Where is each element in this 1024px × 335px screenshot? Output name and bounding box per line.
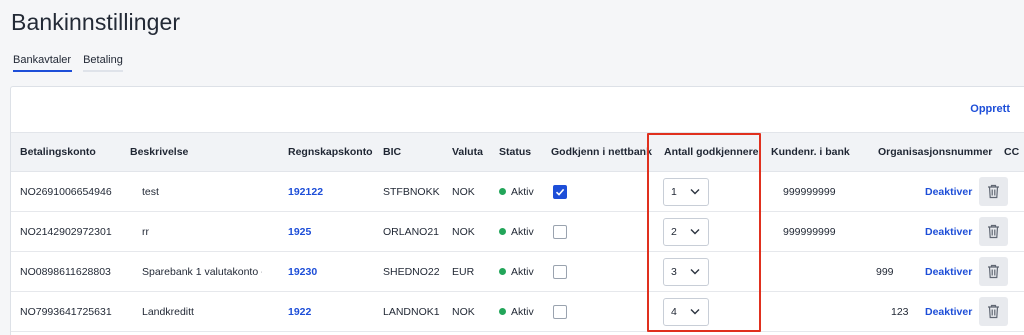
status-cell: Aktiv <box>499 292 534 332</box>
description-cell: Sparebank 1 valutakonto - <box>142 266 262 278</box>
description-cell: rr <box>142 226 149 238</box>
column-header-currency: Valuta <box>452 146 483 158</box>
checkmark-icon <box>555 188 565 196</box>
column-header-approve-online: Godkjenn i nettbank <box>551 146 652 158</box>
description-cell: Landkreditt <box>142 306 194 318</box>
account-cell: NO2142902972301 <box>20 226 112 238</box>
status-dot-icon <box>499 308 506 315</box>
customer-no-cell: 999999999 <box>783 226 836 238</box>
column-header-ledger: Regnskapskonto <box>288 146 373 158</box>
approvers-select[interactable]: 1 <box>663 178 709 206</box>
column-header-account: Betalingskonto <box>20 146 96 158</box>
deactivate-button[interactable]: Deaktiver <box>925 212 972 252</box>
trash-icon <box>988 184 999 199</box>
approvers-select[interactable]: 4 <box>663 298 709 326</box>
currency-cell: NOK <box>452 306 475 318</box>
currency-cell: NOK <box>452 226 475 238</box>
approvers-value: 2 <box>671 226 677 238</box>
table-row: NO2691006654946 test 192122 STFBNOKK NOK… <box>11 172 1024 212</box>
currency-cell: EUR <box>452 266 475 278</box>
tab-betaling[interactable]: Betaling <box>83 54 123 72</box>
currency-cell: NOK <box>452 186 475 198</box>
status-dot-icon <box>499 188 506 195</box>
column-header-approvers: Antall godkjennere <box>664 146 759 158</box>
tab-bankavtaler[interactable]: Bankavtaler <box>13 54 73 72</box>
page-title: Bankinnstillinger <box>11 9 181 35</box>
status-cell: Aktiv <box>499 212 534 252</box>
ledger-link[interactable]: 19230 <box>288 252 317 292</box>
bic-cell: SHEDNO22 <box>383 266 440 278</box>
delete-button[interactable] <box>979 177 1008 206</box>
approvers-value: 3 <box>671 266 677 278</box>
ledger-link[interactable]: 1925 <box>288 212 311 252</box>
ledger-link[interactable]: 192122 <box>288 172 323 212</box>
status-label: Aktiv <box>511 306 534 318</box>
approvers-value: 4 <box>671 306 677 318</box>
approve-online-checkbox[interactable] <box>553 265 567 279</box>
table-row: NO7993641725631 Landkreditt 1922 LANDNOK… <box>11 292 1024 332</box>
column-header-org-no: Organisasjonsnummer <box>878 146 993 158</box>
trash-icon <box>988 264 999 279</box>
column-header-description: Beskrivelse <box>130 146 189 158</box>
status-label: Aktiv <box>511 266 534 278</box>
description-cell: test <box>142 186 159 198</box>
status-dot-icon <box>499 228 506 235</box>
status-label: Aktiv <box>511 186 534 198</box>
deactivate-button[interactable]: Deaktiver <box>925 292 972 332</box>
approve-online-checkbox[interactable] <box>553 305 567 319</box>
trash-icon <box>988 304 999 319</box>
tab-bar: Bankavtaler Betaling <box>13 54 123 72</box>
status-cell: Aktiv <box>499 252 534 292</box>
org-no-cell: 999 <box>876 266 894 278</box>
approve-online-checkbox[interactable] <box>553 185 567 199</box>
chevron-down-icon <box>690 189 700 195</box>
trash-icon <box>988 224 999 239</box>
delete-button[interactable] <box>979 217 1008 246</box>
table-row: NO2142902972301 rr 1925 ORLANO21 NOK Akt… <box>11 212 1024 252</box>
table-row: NO0898611628803 Sparebank 1 valutakonto … <box>11 252 1024 292</box>
bic-cell: STFBNOKK <box>383 186 440 198</box>
bank-agreements-card: Opprett Betalingskonto Beskrivelse Regns… <box>10 86 1024 335</box>
chevron-down-icon <box>690 229 700 235</box>
status-label: Aktiv <box>511 226 534 238</box>
account-cell: NO7993641725631 <box>20 306 112 318</box>
column-header-cc: CC <box>1004 146 1020 158</box>
deactivate-button[interactable]: Deaktiver <box>925 172 972 212</box>
customer-no-cell: 999999999 <box>783 186 836 198</box>
create-button[interactable]: Opprett <box>970 103 1010 115</box>
status-dot-icon <box>499 268 506 275</box>
column-header-status: Status <box>499 146 532 158</box>
chevron-down-icon <box>690 309 700 315</box>
table-header: Betalingskonto Beskrivelse Regnskapskont… <box>11 132 1024 172</box>
deactivate-button[interactable]: Deaktiver <box>925 252 972 292</box>
approvers-select[interactable]: 2 <box>663 218 709 246</box>
column-header-bic: BIC <box>383 146 402 158</box>
approve-online-checkbox[interactable] <box>553 225 567 239</box>
account-cell: NO0898611628803 <box>20 266 111 278</box>
bic-cell: ORLANO21 <box>383 226 440 238</box>
column-header-customer-no: Kundenr. i bank <box>771 146 850 158</box>
bic-cell: LANDNOK1 <box>383 306 440 318</box>
delete-button[interactable] <box>979 297 1008 326</box>
status-cell: Aktiv <box>499 172 534 212</box>
org-no-cell: 123- <box>891 306 909 318</box>
delete-button[interactable] <box>979 257 1008 286</box>
approvers-value: 1 <box>671 186 677 198</box>
account-cell: NO2691006654946 <box>20 186 112 198</box>
approvers-select[interactable]: 3 <box>663 258 709 286</box>
chevron-down-icon <box>690 269 700 275</box>
ledger-link[interactable]: 1922 <box>288 292 311 332</box>
